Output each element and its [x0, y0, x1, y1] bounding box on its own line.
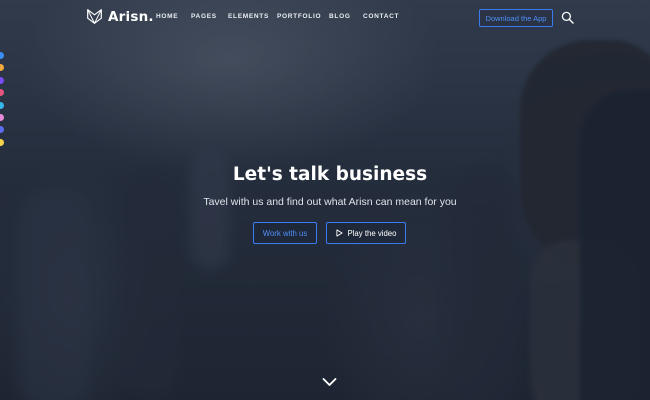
hero-title: Let's talk business [232, 164, 428, 185]
play-icon [335, 229, 343, 237]
work-with-us-label: Work with us [262, 228, 308, 238]
work-with-us-button[interactable]: Work with us [253, 222, 317, 244]
hero-content: Let's talk business Tavel with us and fi… [0, 0, 650, 400]
chevron-down-icon[interactable] [322, 377, 337, 387]
hero-subtitle: Tavel with us and find out what Arisn ca… [203, 196, 457, 208]
play-video-button[interactable]: Play the video [326, 222, 406, 244]
play-video-label: Play the video [347, 228, 397, 238]
